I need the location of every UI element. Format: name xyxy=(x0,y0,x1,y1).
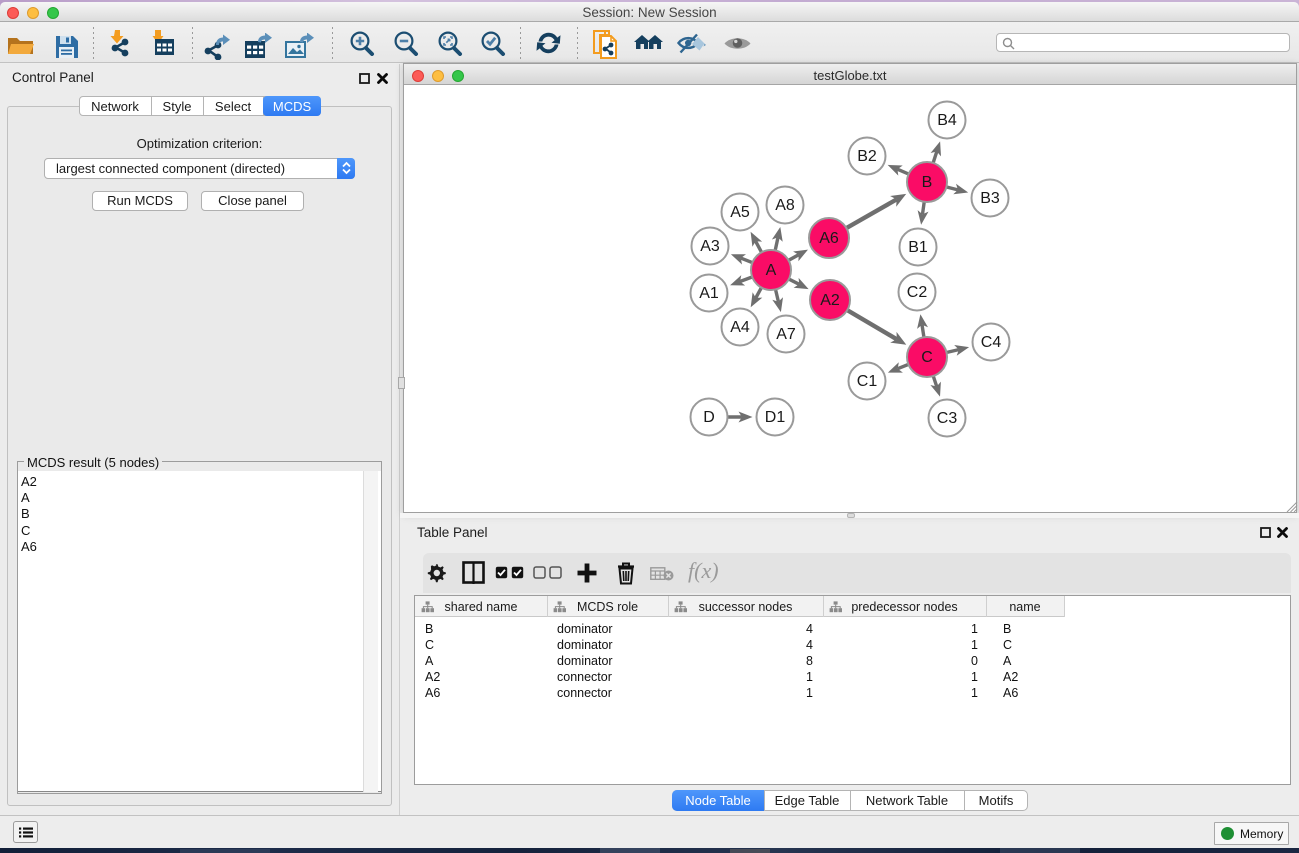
svg-text:C3: C3 xyxy=(937,410,958,427)
svg-text:C4: C4 xyxy=(981,334,1002,351)
svg-text:B: B xyxy=(922,174,933,191)
svg-text:A4: A4 xyxy=(730,319,750,336)
svg-text:A6: A6 xyxy=(819,230,839,247)
svg-text:C2: C2 xyxy=(907,284,928,301)
svg-text:D: D xyxy=(703,409,715,426)
svg-text:A3: A3 xyxy=(700,238,720,255)
svg-text:B4: B4 xyxy=(937,112,957,129)
svg-text:A1: A1 xyxy=(699,285,719,302)
svg-text:B2: B2 xyxy=(857,148,877,165)
svg-text:A2: A2 xyxy=(820,292,840,309)
svg-text:B3: B3 xyxy=(980,190,1000,207)
svg-text:A7: A7 xyxy=(776,326,796,343)
svg-text:B1: B1 xyxy=(908,239,928,256)
svg-text:D1: D1 xyxy=(765,409,786,426)
svg-text:A8: A8 xyxy=(775,197,795,214)
svg-text:C: C xyxy=(921,349,933,366)
svg-text:A5: A5 xyxy=(730,204,750,221)
svg-text:A: A xyxy=(766,262,777,279)
svg-text:C1: C1 xyxy=(857,373,878,390)
